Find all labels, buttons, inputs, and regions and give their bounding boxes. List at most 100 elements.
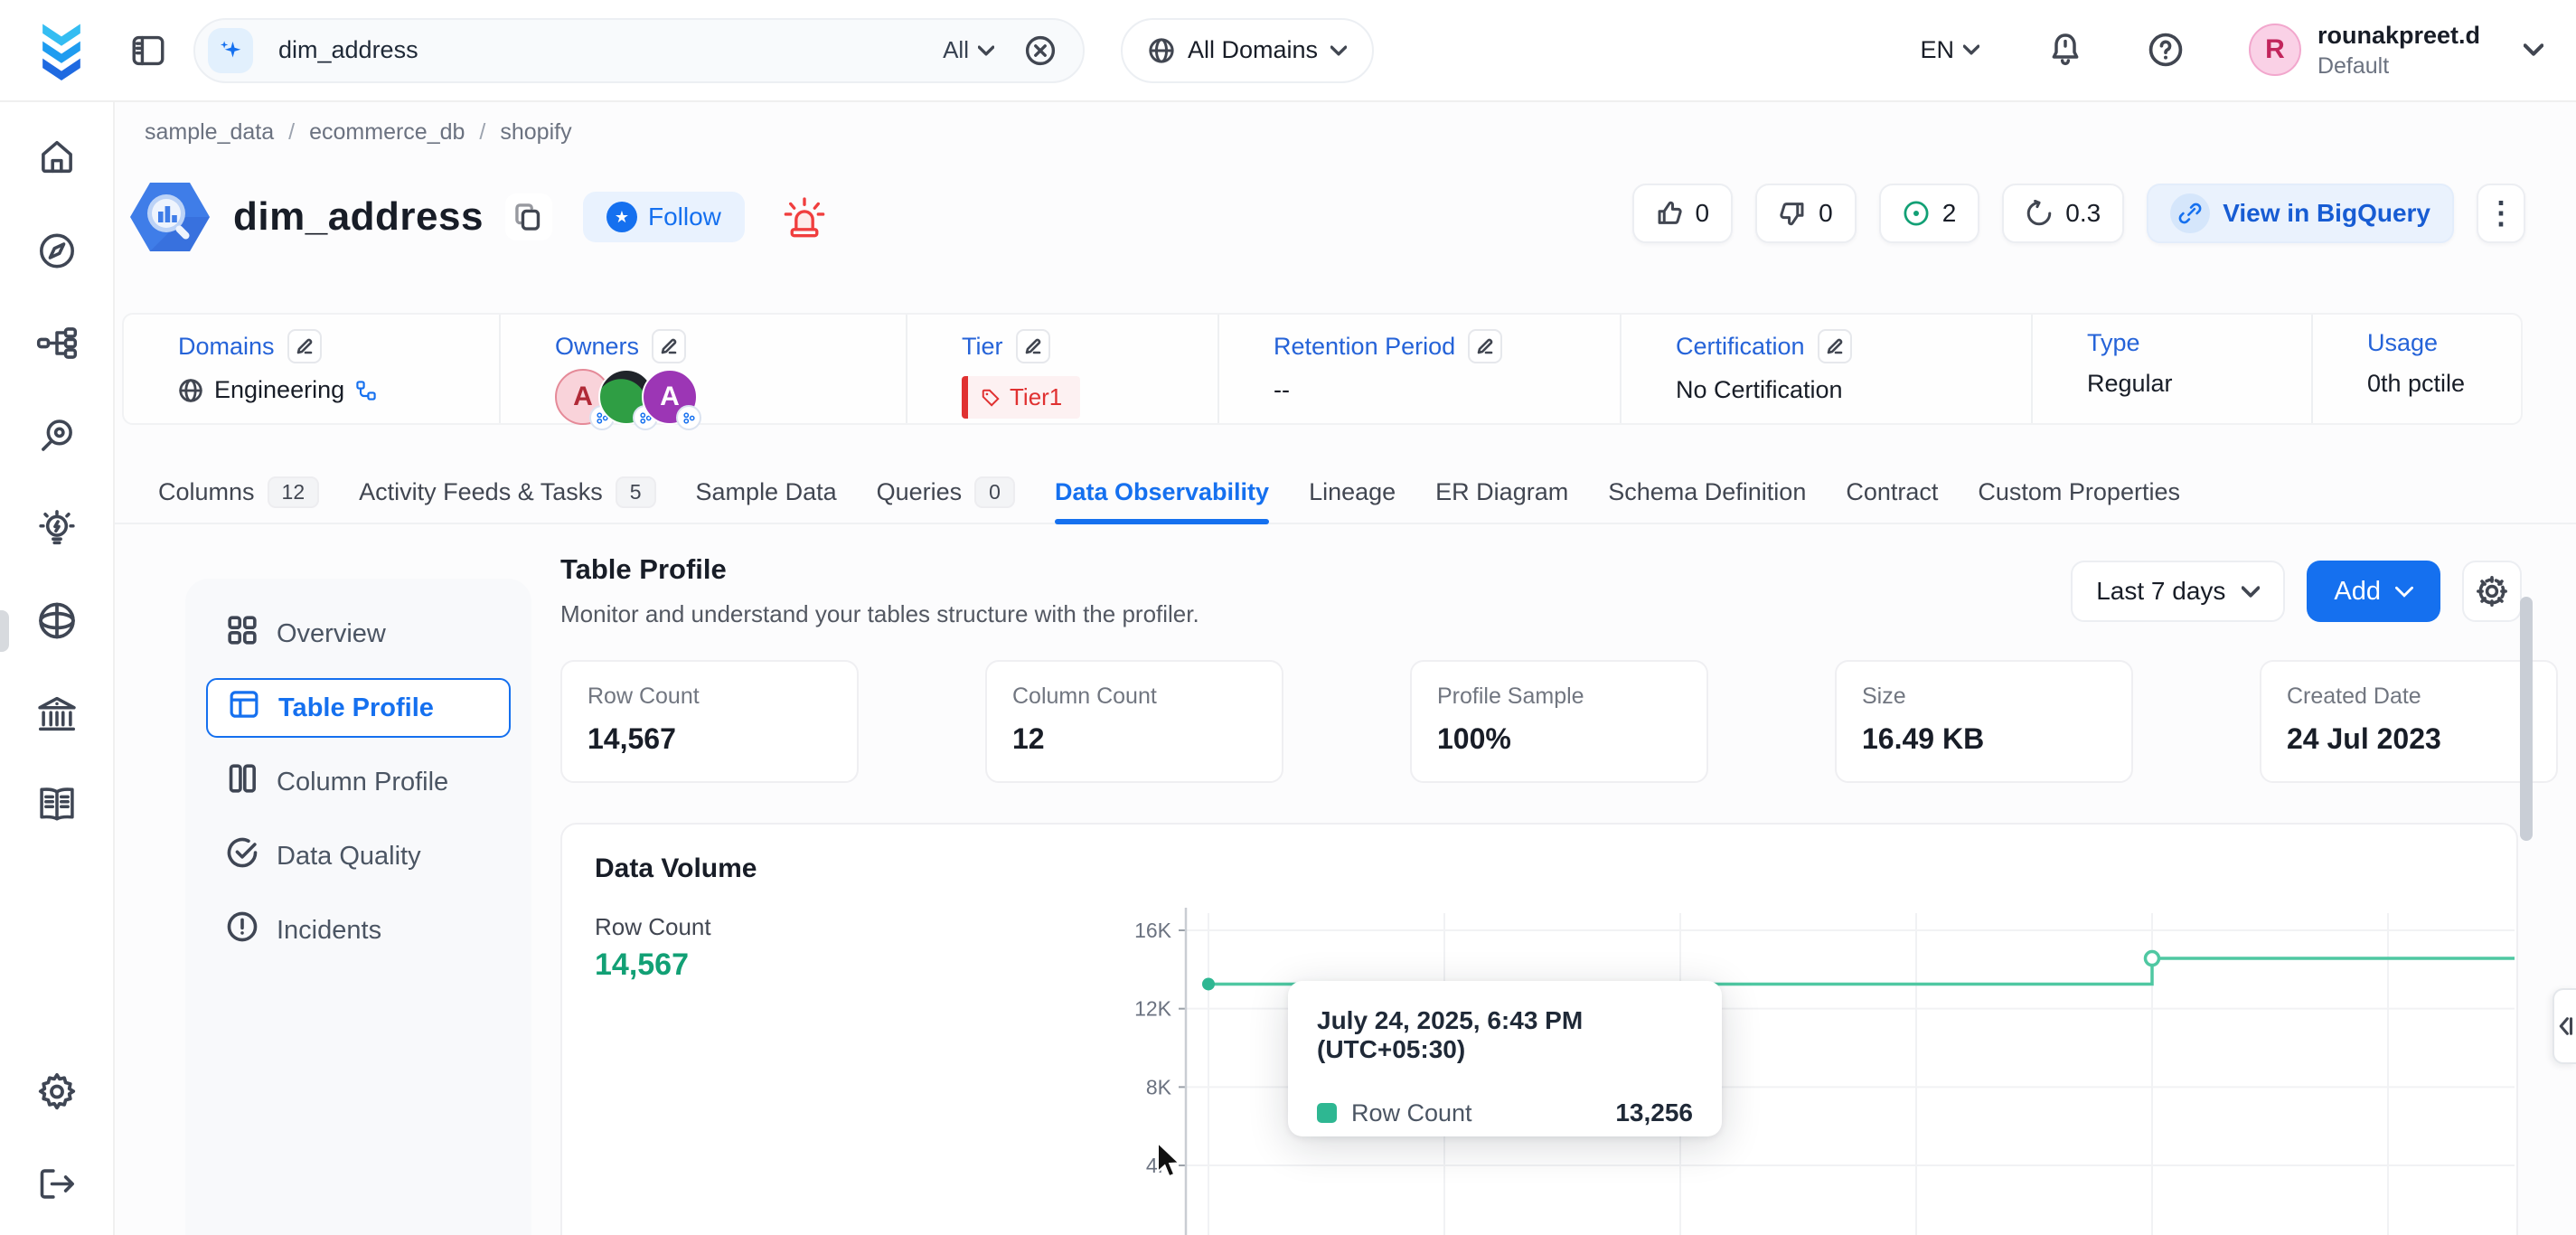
add-button[interactable]: Add	[2307, 561, 2440, 622]
rail-domains-globe-icon[interactable]	[36, 600, 78, 646]
rail-insights-bulb-icon[interactable]	[37, 509, 77, 553]
domains-label: Domains	[178, 333, 275, 361]
tier-chip[interactable]: Tier1	[962, 376, 1080, 419]
certification-value: No Certification	[1676, 376, 1843, 404]
global-search-bar[interactable]: All	[193, 18, 1085, 83]
user-menu[interactable]: rounakpreet.d Default	[2317, 22, 2480, 80]
thumbs-up-icon	[1656, 200, 1683, 227]
metadata-tier: Tier Tier1	[906, 315, 1217, 423]
tab-custom-properties[interactable]: Custom Properties	[1978, 467, 2180, 517]
follow-button[interactable]: ★ Follow	[583, 192, 745, 242]
profile-stat-cards: Row Count14,567Column Count12Profile Sam…	[560, 660, 2558, 783]
metadata-domains: Domains Engineering	[124, 315, 499, 423]
stat-label: Size	[1862, 683, 2106, 710]
language-selector[interactable]: EN	[1920, 36, 1979, 64]
search-scope-dropdown[interactable]: All	[943, 36, 994, 64]
stat-card-size: Size16.49 KB	[1835, 660, 2133, 783]
profile-controls: Last 7 days Add	[2071, 561, 2522, 622]
tab-data-observability[interactable]: Data Observability	[1055, 467, 1269, 517]
version-history-icon	[2026, 200, 2053, 227]
breadcrumb-item[interactable]: shopify	[500, 119, 571, 146]
more-options-button[interactable]: ⋮	[2477, 184, 2525, 243]
edit-retention-button[interactable]	[1468, 329, 1502, 363]
view-in-source-button[interactable]: View in BigQuery	[2147, 184, 2454, 243]
rail-glossary-book-icon[interactable]	[36, 786, 78, 828]
profiler-settings-button[interactable]	[2462, 561, 2522, 622]
rail-logout-icon[interactable]	[37, 1165, 77, 1208]
breadcrumb-item[interactable]: sample_data	[145, 119, 274, 146]
sidebar-toggle-icon[interactable]	[128, 31, 168, 71]
domains-filter-dropdown[interactable]: All Domains	[1121, 18, 1374, 83]
edit-tier-button[interactable]	[1016, 329, 1050, 363]
profile-header: Table Profile Monitor and understand you…	[560, 553, 1199, 628]
alert-siren-icon[interactable]	[781, 194, 828, 240]
search-clear-icon[interactable]	[1025, 35, 1056, 66]
notifications-bell-icon[interactable]	[2048, 32, 2082, 68]
subnav-item-overview[interactable]: Overview	[206, 604, 511, 664]
columns-icon	[226, 762, 259, 802]
tab-columns[interactable]: Columns12	[158, 467, 319, 517]
rail-lineage-network-icon[interactable]	[36, 325, 78, 366]
stat-card-column-count: Column Count12	[985, 660, 1283, 783]
domains-value[interactable]: Engineering	[214, 376, 344, 404]
tab-er-diagram[interactable]: ER Diagram	[1435, 467, 1568, 517]
tab-queries[interactable]: Queries0	[877, 467, 1015, 517]
usage-value: 0th pctile	[2367, 370, 2465, 398]
tab-activity-feeds-tasks[interactable]: Activity Feeds & Tasks5	[359, 467, 655, 517]
subnav-item-table-profile[interactable]: Table Profile	[206, 678, 511, 738]
ai-sparkle-icon[interactable]	[208, 28, 253, 73]
open-tasks-button[interactable]: 2	[1879, 184, 1980, 243]
tab-label: Custom Properties	[1978, 478, 2180, 506]
edit-certification-button[interactable]	[1818, 329, 1852, 363]
downvote-button[interactable]: 0	[1755, 184, 1857, 243]
rail-drag-handle[interactable]	[0, 610, 9, 652]
version-button[interactable]: 0.3	[2002, 184, 2124, 243]
user-menu-caret-icon[interactable]	[2524, 43, 2543, 56]
edit-owners-button[interactable]	[652, 329, 686, 363]
user-name: rounakpreet.d	[2317, 22, 2480, 50]
content-scrollbar-thumb[interactable]	[2520, 597, 2533, 841]
tab-schema-definition[interactable]: Schema Definition	[1608, 467, 1806, 517]
data-point-marker[interactable]	[2146, 952, 2159, 966]
subnav-item-column-profile[interactable]: Column Profile	[206, 752, 511, 812]
copy-name-icon[interactable]	[505, 193, 552, 240]
user-avatar[interactable]: R	[2249, 24, 2301, 76]
edit-domains-button[interactable]	[287, 329, 322, 363]
user-org: Default	[2317, 53, 2480, 80]
top-navigation-bar: All All Domains EN R	[0, 0, 2576, 102]
tab-count-badge: 5	[616, 476, 656, 508]
rail-settings-gear-icon[interactable]	[36, 1071, 78, 1117]
rail-explore-compass-icon[interactable]	[37, 231, 77, 276]
breadcrumb-separator: /	[288, 119, 295, 146]
tab-label: Data Observability	[1055, 478, 1269, 506]
rail-govern-bank-icon[interactable]	[36, 694, 78, 739]
tooltip-series-label: Row Count	[1351, 1099, 1472, 1127]
help-icon[interactable]	[2148, 32, 2184, 68]
alert-circle-icon	[226, 910, 259, 950]
owner-avatar[interactable]: A	[642, 369, 698, 425]
breadcrumb-item[interactable]: ecommerce_db	[309, 119, 465, 146]
upvote-button[interactable]: 0	[1632, 184, 1734, 243]
domains-filter-label: All Domains	[1188, 36, 1318, 64]
retention-label: Retention Period	[1274, 333, 1455, 361]
side-panel-expand-handle[interactable]	[2552, 988, 2576, 1064]
tab-sample-data[interactable]: Sample Data	[696, 467, 837, 517]
tab-label: Contract	[1846, 478, 1938, 506]
tab-contract[interactable]: Contract	[1846, 467, 1938, 517]
subnav-item-incidents[interactable]: Incidents	[206, 900, 511, 960]
owner-avatars: A A	[555, 369, 906, 425]
check-circle-icon	[226, 836, 259, 876]
tab-lineage[interactable]: Lineage	[1309, 467, 1396, 517]
search-input[interactable]	[278, 36, 943, 64]
stat-value: 12	[1012, 722, 1256, 756]
follow-label: Follow	[648, 203, 721, 231]
row-count-line-chart[interactable]: 16K12K8K4K	[960, 897, 2515, 1235]
breadcrumb: sample_data / ecommerce_db / shopify	[145, 119, 572, 146]
rail-observability-search-icon[interactable]	[37, 417, 77, 461]
entity-metadata-strip: Domains Engineering Owners A A Tier Tier…	[122, 313, 2523, 425]
rail-home-icon[interactable]	[37, 137, 77, 182]
time-range-dropdown[interactable]: Last 7 days	[2071, 561, 2285, 622]
data-point-marker[interactable]	[1202, 977, 1215, 990]
subnav-item-data-quality[interactable]: Data Quality	[206, 826, 511, 886]
app-logo-icon[interactable]	[33, 21, 90, 80]
